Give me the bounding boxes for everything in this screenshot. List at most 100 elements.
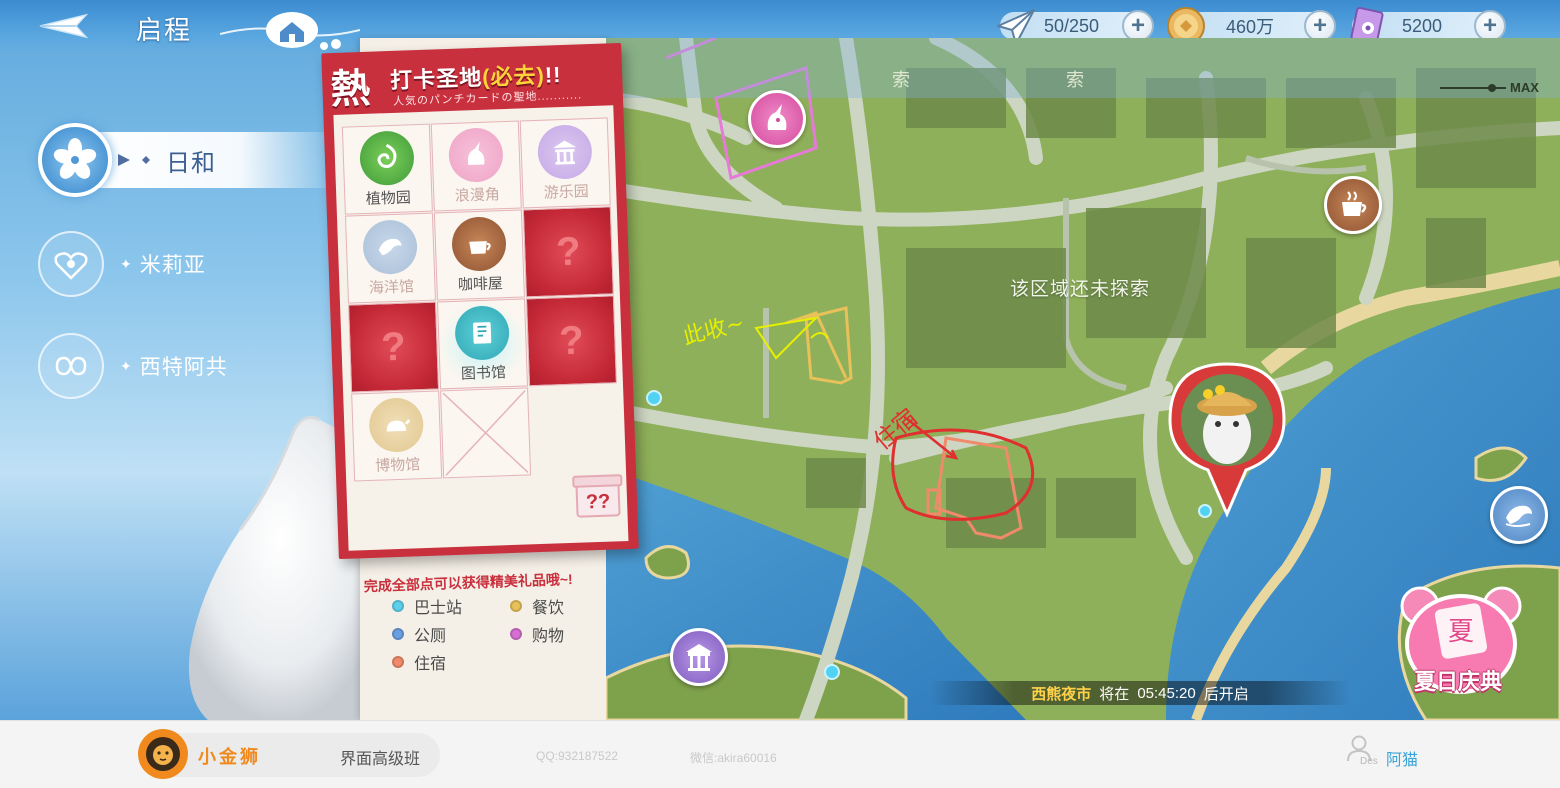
character-tab-hiyori[interactable]: 日和 bbox=[38, 120, 216, 200]
legend-label: 巴士站 bbox=[414, 600, 463, 617]
locked-mystery-icon: ? bbox=[555, 228, 582, 274]
summer-festival-label: 夏日庆典 bbox=[1414, 669, 1503, 694]
character-tab-milia[interactable]: ✦ 米莉亚 bbox=[38, 224, 206, 304]
arrow-indicator-icon bbox=[118, 154, 150, 166]
map-faded-label: 索 bbox=[1066, 70, 1084, 90]
market-countdown: 05:45:20 bbox=[1137, 684, 1196, 702]
legend-item-bus-stop: 巴士站 bbox=[392, 594, 462, 618]
coffee-icon bbox=[1342, 191, 1367, 216]
checkin-cell-coffee[interactable]: 咖啡屋 bbox=[433, 209, 525, 301]
cell-label: 博物馆 bbox=[374, 455, 421, 475]
legend-item-lodging: 住宿 bbox=[392, 650, 446, 674]
character-name: 西特阿共 bbox=[139, 356, 228, 379]
character-name-active: 日和 bbox=[166, 149, 216, 177]
infinity-crest-icon bbox=[38, 333, 104, 399]
night-market-notice: 西熊夜市 将在 05:45:20 后开启 bbox=[930, 681, 1350, 705]
shopping-legend-icon bbox=[510, 628, 522, 640]
lodging-legend-icon bbox=[392, 656, 404, 668]
sakura-emblem-icon bbox=[38, 123, 112, 197]
designer-name: 阿猫 bbox=[1386, 752, 1419, 769]
cell-label: 植物园 bbox=[365, 188, 412, 208]
wechat-contact: 微信:akira60016 bbox=[690, 751, 777, 765]
amusement-park-icon bbox=[686, 644, 712, 671]
amusement-park-icon bbox=[536, 123, 593, 180]
checkin-cell-empty bbox=[440, 387, 532, 479]
legend-item-dining: 餐饮 bbox=[510, 594, 564, 618]
bus-stop-marker[interactable] bbox=[824, 664, 840, 680]
market-name: 西熊夜市 bbox=[1031, 685, 1092, 703]
cell-label: 海洋馆 bbox=[368, 277, 415, 297]
unicorn-icon bbox=[447, 126, 504, 183]
checkin-cell-romance[interactable]: 浪漫角 bbox=[430, 120, 522, 212]
brand-name: 小金狮 bbox=[198, 747, 261, 767]
unicorn-icon bbox=[767, 104, 787, 130]
title-suffix: !! bbox=[544, 62, 562, 88]
checkin-cell-museum[interactable]: 博物馆 bbox=[351, 390, 443, 482]
stamina-resource: 50/250 + bbox=[997, 9, 1154, 45]
dolphin-icon bbox=[362, 218, 418, 275]
lion-logo-icon bbox=[138, 729, 188, 779]
ticket-value: 5200 bbox=[1402, 15, 1443, 36]
player-location-pin[interactable] bbox=[1168, 362, 1286, 522]
zoom-slider-handle[interactable] bbox=[1488, 84, 1496, 92]
map-faded-label: 索 bbox=[892, 70, 910, 90]
paper-plane-back-icon bbox=[39, 13, 88, 39]
market-suffix: 后开启 bbox=[1203, 685, 1249, 703]
library-icon bbox=[454, 304, 511, 361]
checkin-cell-library[interactable]: 图书馆 bbox=[436, 298, 529, 390]
mystery-gift-icon[interactable]: ?? bbox=[570, 461, 626, 521]
gift-text: ?? bbox=[585, 491, 610, 514]
botanical-garden-icon bbox=[359, 129, 415, 186]
dolphin-icon bbox=[1505, 505, 1532, 527]
cell-label: 浪漫角 bbox=[454, 185, 501, 205]
aquarium-marker[interactable] bbox=[1490, 486, 1548, 544]
checkin-grid: 植物园 浪漫角 游乐园 海洋馆 咖啡屋 ? ? 图书馆 ? 博物馆 bbox=[341, 117, 617, 482]
legend-item-shopping: 购物 bbox=[510, 622, 564, 646]
legend-label: 公厕 bbox=[414, 628, 447, 645]
watermark-footer: 小金狮 界面高级班 QQ:932187522 微信:akira60016 bbox=[0, 720, 1560, 788]
coin-value: 460万 bbox=[1226, 17, 1275, 37]
checkin-cell-locked[interactable]: ? bbox=[522, 206, 614, 298]
bus-stop-legend-icon bbox=[392, 600, 404, 612]
coffee-shop-marker[interactable] bbox=[1324, 176, 1382, 234]
qq-contact: QQ:932187522 bbox=[536, 749, 619, 763]
bus-stop-marker[interactable] bbox=[646, 390, 662, 406]
back-button[interactable] bbox=[32, 8, 92, 44]
legend-item-restroom: 公厕 bbox=[392, 622, 446, 646]
ticket-resource: 5200 + bbox=[1350, 6, 1506, 45]
locked-mystery-icon: ? bbox=[380, 324, 407, 369]
summer-badge-text: 夏 bbox=[1448, 617, 1474, 647]
coin-resource: 460万 + bbox=[1167, 7, 1336, 45]
bird-house-icon bbox=[220, 12, 360, 50]
locked-mystery-icon: ? bbox=[558, 317, 585, 363]
unexplored-area-label: 该区域还未探索 bbox=[1010, 279, 1151, 300]
zoom-max-label: MAX bbox=[1510, 80, 1539, 95]
cell-label: 游乐园 bbox=[543, 182, 590, 202]
amusement-park-marker[interactable] bbox=[670, 628, 728, 686]
empty-slot-icon bbox=[442, 389, 529, 476]
title-text: 打卡圣地 bbox=[389, 64, 483, 93]
legend-label: 购物 bbox=[532, 628, 565, 645]
stamina-value: 50/250 bbox=[1044, 15, 1100, 36]
museum-icon bbox=[368, 396, 425, 453]
legend-label: 住宿 bbox=[414, 656, 447, 673]
cell-label: 咖啡屋 bbox=[457, 274, 504, 294]
character-name: 米莉亚 bbox=[139, 254, 206, 277]
checkin-cell-botanical[interactable]: 植物园 bbox=[341, 123, 433, 215]
market-prefix: 将在 bbox=[1099, 685, 1130, 703]
zoom-slider-track[interactable] bbox=[1440, 87, 1506, 89]
checkin-card[interactable]: 熱 打卡圣地(必去)!! 人気のパンチカードの聖地........... 植物园… bbox=[321, 42, 639, 594]
checkin-cell-aquarium[interactable]: 海洋馆 bbox=[344, 212, 436, 304]
hot-badge: 熱 bbox=[329, 64, 372, 114]
designer-tag: Des bbox=[1360, 756, 1378, 767]
coffee-icon bbox=[451, 215, 507, 272]
sparkle-icon: ✦ bbox=[120, 255, 132, 272]
character-tab-sitagong[interactable]: ✦ 西特阿共 bbox=[38, 326, 228, 406]
course-name: 界面高级班 bbox=[340, 751, 421, 768]
checkin-cell-locked[interactable]: ? bbox=[348, 301, 440, 393]
romance-corner-marker[interactable] bbox=[748, 90, 806, 148]
checkin-cell-locked[interactable]: ? bbox=[525, 295, 617, 387]
checkin-cell-amusement[interactable]: 游乐园 bbox=[519, 117, 611, 209]
legend-label: 餐饮 bbox=[532, 600, 565, 617]
sparkle-icon: ✦ bbox=[120, 357, 132, 374]
